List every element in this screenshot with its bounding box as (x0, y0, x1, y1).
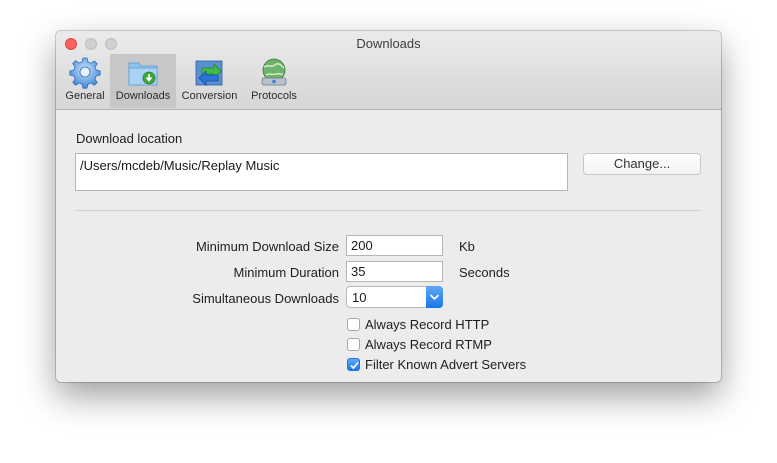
globe-network-icon (261, 58, 287, 86)
checkbox[interactable] (347, 338, 360, 351)
tab-label: Protocols (251, 90, 297, 102)
min-duration-input[interactable]: 35 (346, 261, 443, 282)
preferences-window: Downloads General Downloads Conversion P… (56, 31, 721, 382)
tab-label: Downloads (115, 90, 171, 102)
gear-icon (69, 57, 101, 89)
window-title: Downloads (356, 36, 421, 51)
tab-downloads[interactable]: Downloads (110, 54, 176, 108)
titlebar: Downloads General Downloads Conversion P… (56, 31, 721, 110)
tab-general[interactable]: General (60, 54, 110, 108)
simultaneous-select[interactable]: 10 (346, 286, 443, 308)
min-duration-label: Minimum Duration (233, 265, 339, 280)
checkbox-checked[interactable] (347, 358, 360, 371)
checkbox-label: Always Record RTMP (365, 337, 492, 352)
download-folder-icon (128, 62, 158, 86)
checkbox-label: Always Record HTTP (365, 317, 490, 332)
tab-conversion[interactable]: Conversion (176, 54, 243, 108)
separator (75, 210, 701, 211)
tab-protocols[interactable]: Protocols (243, 54, 305, 108)
checkmark-icon (350, 361, 359, 370)
min-size-label: Minimum Download Size (195, 239, 339, 254)
simultaneous-label: Simultaneous Downloads (192, 291, 339, 306)
min-size-unit: Kb (459, 239, 475, 254)
select-value: 10 (352, 290, 367, 305)
conversion-arrows-icon (195, 60, 222, 86)
tab-label: General (65, 90, 105, 102)
download-path-field[interactable]: /Users/mcdeb/Music/Replay Music (75, 153, 568, 191)
tab-label: Conversion (181, 90, 238, 102)
min-size-input[interactable]: 200 (346, 235, 443, 256)
checkbox[interactable] (347, 318, 360, 331)
checkbox-label: Filter Known Advert Servers (365, 357, 527, 372)
download-location-label: Download location (76, 131, 183, 146)
min-duration-unit: Seconds (459, 265, 510, 280)
change-button[interactable]: Change... (583, 153, 701, 175)
chevron-down-icon[interactable] (426, 286, 443, 308)
